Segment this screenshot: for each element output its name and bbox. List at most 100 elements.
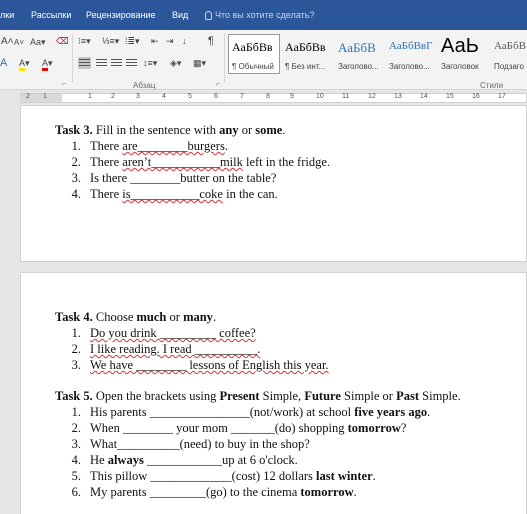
lightbulb-icon bbox=[205, 10, 212, 20]
list-item: Do you drink _________ coffee? bbox=[90, 325, 256, 341]
title-keyword: Present bbox=[219, 389, 260, 403]
font-dialog-launcher-icon[interactable]: ⌐ bbox=[62, 81, 66, 88]
style-normal[interactable]: АаБбВв ¶ Обычный bbox=[228, 34, 280, 74]
list-number: 4. bbox=[71, 453, 81, 467]
line-spacing-button[interactable]: ↕≡▾ bbox=[143, 57, 157, 69]
text-effects-icon[interactable]: A bbox=[0, 57, 7, 69]
item-text: There bbox=[90, 187, 123, 201]
list-number: 2. bbox=[71, 342, 81, 356]
tell-me-box[interactable]: Что вы хотите сделать? bbox=[205, 10, 315, 20]
style-name: Заголово... bbox=[338, 62, 379, 71]
item-text: . bbox=[353, 485, 357, 499]
title-text: Open the brackets using bbox=[92, 389, 220, 403]
style-subtitle[interactable]: АаБбВ Подзаго bbox=[490, 34, 527, 74]
ruler-number: 3 bbox=[136, 93, 140, 100]
item-text: There bbox=[90, 155, 123, 169]
tab-mailings[interactable]: Рассылки bbox=[31, 10, 71, 20]
document-page-1[interactable]: Task 3. Fill in the sentence with any or… bbox=[20, 105, 527, 262]
title-text: Simple, bbox=[259, 389, 305, 403]
spellcheck-text: I like reading. I read __________. bbox=[90, 342, 261, 356]
style-heading-2[interactable]: АаБбВвГ Заголово... bbox=[385, 34, 435, 74]
list-item: We have ________ lessons of English this… bbox=[90, 357, 329, 373]
style-preview: АаБбВ bbox=[494, 40, 526, 52]
clear-formatting-icon[interactable]: ⌫ bbox=[56, 35, 69, 47]
align-right-button[interactable] bbox=[110, 57, 123, 69]
list-number: 2. bbox=[71, 155, 81, 169]
list-number: 1. bbox=[71, 405, 81, 419]
tab-review[interactable]: Рецензирование bbox=[86, 10, 156, 20]
align-right-icon bbox=[111, 59, 122, 68]
decrease-indent-icon[interactable]: ⇤ bbox=[151, 35, 159, 47]
group-separator bbox=[72, 34, 73, 82]
item-text: He bbox=[90, 453, 108, 467]
style-name: Подзаго bbox=[494, 62, 524, 71]
justify-button[interactable] bbox=[125, 57, 138, 69]
increase-indent-icon[interactable]: ⇥ bbox=[166, 35, 174, 47]
shading-button[interactable]: ◈▾ bbox=[170, 57, 181, 69]
title-text: Choose bbox=[92, 310, 137, 324]
item-keyword: last winter bbox=[316, 469, 373, 483]
title-keyword: much bbox=[136, 310, 167, 324]
style-no-spacing[interactable]: АаБбВв ¶ Без инт... bbox=[281, 34, 333, 74]
paragraph-dialog-launcher-icon[interactable]: ⌐ bbox=[216, 81, 220, 88]
borders-button[interactable]: ▦▾ bbox=[193, 57, 206, 69]
ruler-number: 14 bbox=[420, 93, 428, 100]
list-item: What__________(need) to buy in the shop? bbox=[90, 436, 310, 452]
change-case-button[interactable]: Aa▾ bbox=[30, 36, 46, 48]
list-number: 3. bbox=[71, 358, 81, 372]
item-text: . bbox=[224, 139, 228, 153]
item-text: My parents _________(go) to the cinema bbox=[90, 485, 301, 499]
list-number: 3. bbox=[71, 437, 81, 451]
list-item: My parents _________(go) to the cinema t… bbox=[90, 484, 357, 500]
horizontal-ruler[interactable]: 2 1 1 2 3 4 5 6 7 8 9 10 11 12 13 14 15 … bbox=[0, 91, 527, 105]
list-number: 2. bbox=[71, 421, 81, 435]
ruler-number: 9 bbox=[290, 93, 294, 100]
spellcheck-text: Do you drink _________ coffee? bbox=[90, 326, 256, 340]
sort-icon[interactable]: ↓ bbox=[182, 35, 187, 47]
item-keyword: tomorrow bbox=[300, 485, 354, 499]
list-number: 1. bbox=[71, 139, 81, 153]
ruler-number: 8 bbox=[266, 93, 270, 100]
word-window: лки Рассылки Рецензирование Вид Что вы х… bbox=[0, 0, 527, 514]
tab-view[interactable]: Вид bbox=[172, 10, 188, 20]
spellcheck-text: We have ________ lessons of English this… bbox=[90, 358, 329, 372]
task-label: Task 3. bbox=[55, 123, 93, 137]
item-text: His parents ________________(not/work) a… bbox=[90, 405, 355, 419]
align-left-button[interactable] bbox=[78, 57, 91, 69]
ruler-number: 5 bbox=[188, 93, 192, 100]
multilevel-list-button[interactable]: ⁞≣▾ bbox=[125, 35, 140, 47]
show-marks-icon[interactable]: ¶ bbox=[208, 35, 214, 47]
style-name: ¶ Без инт... bbox=[285, 62, 326, 71]
font-color-button[interactable]: A▾ bbox=[42, 57, 53, 71]
title-text: Simple or bbox=[340, 389, 397, 403]
tell-me-text: Что вы хотите сделать? bbox=[215, 10, 315, 20]
highlight-icon: A bbox=[19, 58, 26, 71]
ruler-number: 15 bbox=[446, 93, 454, 100]
title-text: or bbox=[238, 123, 256, 137]
ruler-number: 4 bbox=[162, 93, 166, 100]
font-color-icon: A bbox=[42, 58, 49, 71]
ruler-number: 6 bbox=[214, 93, 218, 100]
style-title[interactable]: АаЬ Заголовок bbox=[437, 34, 489, 74]
tab-mailings-partial[interactable]: лки bbox=[0, 10, 14, 20]
align-center-button[interactable] bbox=[95, 57, 108, 69]
grow-font-button[interactable]: A˄ bbox=[1, 36, 14, 48]
ruler-number: 1 bbox=[88, 93, 92, 100]
shrink-font-button[interactable]: A˅ bbox=[14, 37, 24, 49]
bullets-button[interactable]: ⁝≡▾ bbox=[78, 35, 91, 47]
highlight-button[interactable]: A▾ bbox=[19, 57, 30, 71]
style-heading-1[interactable]: АаБбВ Заголово... bbox=[334, 34, 384, 74]
task-label: Task 4. bbox=[55, 310, 93, 324]
document-page-2[interactable]: Task 4. Choose much or many. 1. Do you d… bbox=[20, 272, 527, 514]
item-keyword: tomorrow bbox=[347, 421, 401, 435]
title-text: . bbox=[212, 310, 217, 324]
list-item: There aren’t___________milk left in the … bbox=[90, 154, 330, 170]
title-keyword: some bbox=[255, 123, 283, 137]
title-text: Fill in the sentence with bbox=[92, 123, 220, 137]
item-text: . bbox=[372, 469, 376, 483]
shrink-font-label: A bbox=[14, 38, 20, 47]
list-item: His parents ________________(not/work) a… bbox=[90, 404, 430, 420]
list-number: 3. bbox=[71, 171, 81, 185]
numbering-button[interactable]: ⅓≡▾ bbox=[102, 35, 119, 47]
title-keyword: Past bbox=[396, 389, 420, 403]
